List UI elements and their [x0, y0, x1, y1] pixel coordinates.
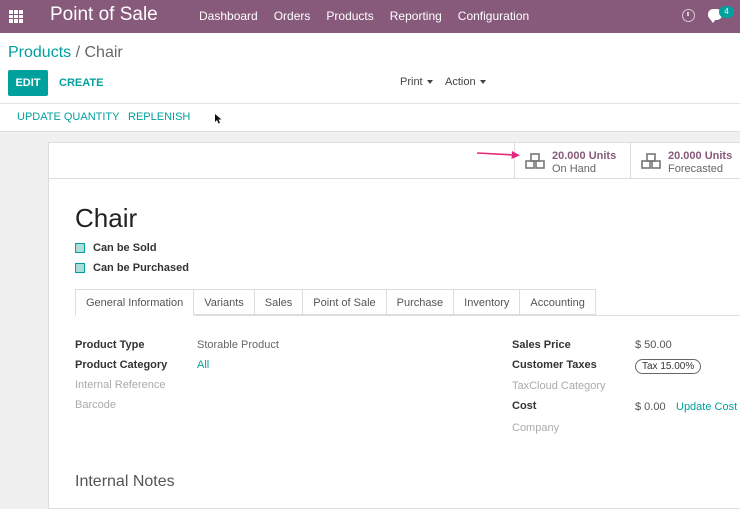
apps-menu-icon[interactable] [9, 10, 23, 23]
menu-orders[interactable]: Orders [274, 9, 311, 23]
caret-down-icon [479, 80, 486, 85]
customer-taxes-label: Customer Taxes [512, 359, 597, 371]
chat-count-badge: 4 [719, 6, 734, 18]
notebook-tabs: General Information Variants Sales Point… [75, 289, 596, 316]
cost-value: $ 0.00 [635, 401, 666, 413]
menu-products[interactable]: Products [326, 9, 373, 23]
smart-button-box: 20.000 Units On Hand 20.000 Units Foreca… [49, 143, 740, 179]
create-button[interactable]: CREATE [59, 77, 103, 89]
breadcrumb: Products / Chair [8, 44, 123, 62]
main-menu: Dashboard Orders Products Reporting Conf… [199, 9, 545, 23]
tab-point-of-sale[interactable]: Point of Sale [303, 289, 387, 315]
action-dropdown[interactable]: Action [445, 76, 486, 88]
company-label: Company [512, 422, 560, 434]
tab-general-information[interactable]: General Information [75, 289, 195, 316]
action-label: Action [445, 76, 476, 88]
sales-price-label: Sales Price [512, 339, 571, 351]
can-be-purchased-checkbox[interactable]: Can be Purchased [75, 262, 189, 274]
control-panel: Products / Chair EDIT CREATE Print Actio… [0, 33, 740, 132]
product-category-link[interactable]: All [197, 359, 209, 371]
tax-badge: Tax 15.00% [635, 359, 702, 374]
print-dropdown[interactable]: Print [400, 76, 433, 88]
replenish-button[interactable]: REPLENISH [128, 111, 190, 123]
product-type-value: Storable Product [197, 339, 279, 351]
edit-button[interactable]: EDIT [8, 70, 48, 96]
can-be-sold-checkbox[interactable]: Can be Sold [75, 242, 157, 254]
can-be-purchased-label: Can be Purchased [93, 262, 189, 274]
print-label: Print [400, 76, 423, 88]
caret-down-icon [426, 80, 433, 85]
product-type-label: Product Type [75, 339, 145, 351]
forecasted-value: 20.000 Units [668, 150, 733, 162]
app-brand[interactable]: Point of Sale [50, 4, 158, 26]
cost-label: Cost [512, 400, 537, 412]
internal-notes-heading: Internal Notes [75, 473, 175, 490]
tab-accounting[interactable]: Accounting [520, 289, 596, 315]
annotation-arrow-icon [476, 151, 520, 159]
cubes-icon [525, 153, 545, 169]
on-hand-stat-button[interactable]: 20.000 Units On Hand [514, 143, 630, 179]
checkbox-checked-icon [75, 263, 85, 274]
mouse-pointer-icon [215, 114, 222, 124]
tab-variants[interactable]: Variants [194, 289, 255, 315]
on-hand-value: 20.000 Units [552, 150, 617, 162]
breadcrumb-products[interactable]: Products [8, 44, 71, 61]
product-category-label: Product Category [75, 359, 168, 371]
top-navbar: Point of Sale Dashboard Orders Products … [0, 0, 740, 33]
form-sheet: 20.000 Units On Hand 20.000 Units Foreca… [48, 142, 740, 509]
taxcloud-category-label: TaxCloud Category [512, 380, 606, 392]
forecasted-label: Forecasted [668, 163, 724, 175]
sales-price-value: $ 50.00 [635, 339, 672, 351]
update-cost-button[interactable]: Update Cost [676, 401, 737, 413]
barcode-label: Barcode [75, 399, 116, 411]
product-name: Chair [75, 203, 138, 233]
checkbox-checked-icon [75, 243, 85, 254]
breadcrumb-separator: / [75, 44, 81, 61]
breadcrumb-current: Chair [84, 44, 123, 61]
update-quantity-button[interactable]: UPDATE QUANTITY [17, 111, 119, 123]
tab-purchase[interactable]: Purchase [386, 289, 455, 315]
menu-reporting[interactable]: Reporting [390, 9, 442, 23]
cubes-icon [641, 153, 661, 169]
can-be-sold-label: Can be Sold [93, 242, 157, 254]
tab-inventory[interactable]: Inventory [454, 289, 521, 315]
activity-clock-icon[interactable] [682, 9, 695, 22]
menu-dashboard[interactable]: Dashboard [199, 9, 258, 23]
tab-sales[interactable]: Sales [254, 289, 304, 315]
internal-reference-label: Internal Reference [75, 379, 166, 391]
on-hand-label: On Hand [552, 163, 597, 175]
menu-configuration[interactable]: Configuration [458, 9, 529, 23]
divider [0, 103, 740, 104]
forecasted-stat-button[interactable]: 20.000 Units Forecasted [630, 143, 740, 179]
